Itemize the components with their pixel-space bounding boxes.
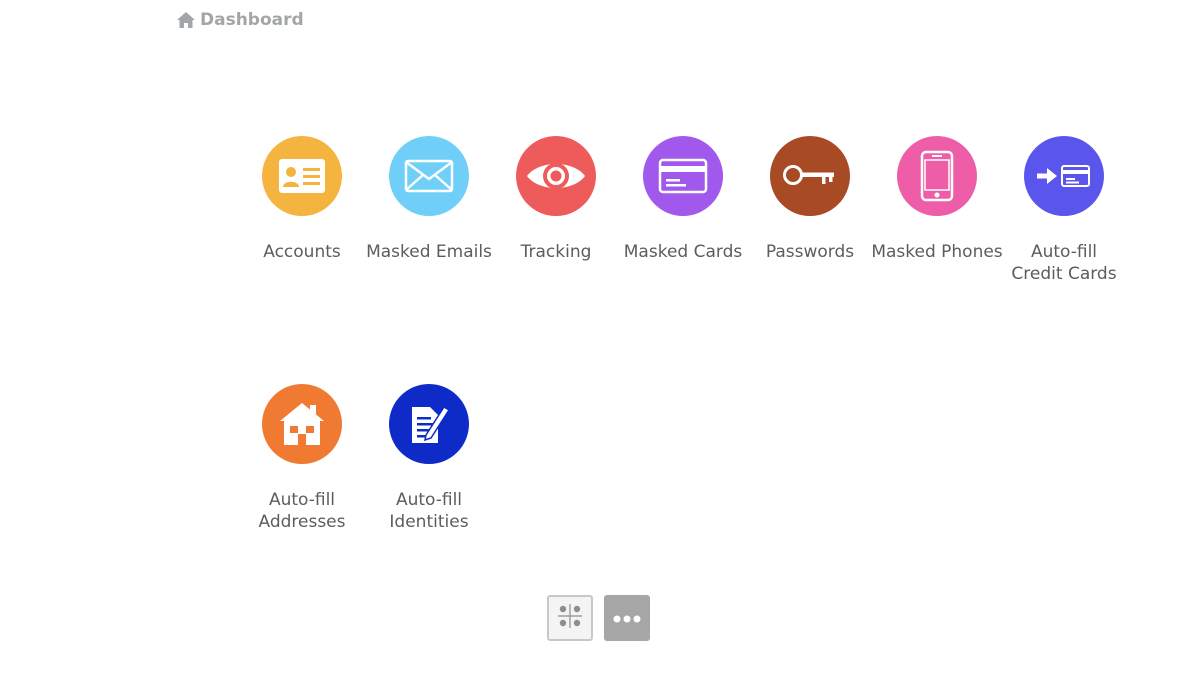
autofill-card-icon <box>1037 164 1091 188</box>
accounts-circle <box>262 136 342 216</box>
more-dots-icon <box>612 609 642 628</box>
form-pen-icon <box>408 401 450 447</box>
home-icon <box>176 11 196 29</box>
house-icon <box>278 401 326 447</box>
tile-label: Tracking <box>520 242 592 262</box>
eye-icon <box>525 158 587 194</box>
tile-label: Passwords <box>765 242 855 262</box>
tile-label: Auto-fill Addresses <box>258 490 346 532</box>
tile-label: Accounts <box>263 242 341 262</box>
tile-label: Auto-fill Identities <box>389 490 469 532</box>
tracking-circle <box>516 136 596 216</box>
grid-view-button[interactable] <box>547 595 593 641</box>
grid-view-icon <box>554 600 586 636</box>
phone-icon <box>920 150 954 202</box>
masked-cards-circle <box>643 136 723 216</box>
passwords-circle <box>770 136 850 216</box>
masked-phones-circle <box>897 136 977 216</box>
autofill-credit-cards-circle <box>1024 136 1104 216</box>
tile-label: Masked Cards <box>623 242 743 262</box>
more-options-button[interactable] <box>604 595 650 641</box>
tile-label: Masked Emails <box>366 242 492 262</box>
id-card-icon <box>278 158 326 194</box>
tile-label: Masked Phones <box>871 242 1003 262</box>
envelope-icon <box>404 159 454 193</box>
tile-autofill-credit-cards[interactable]: Auto-fill Credit Cards <box>989 136 1139 285</box>
tile-autofill-identities[interactable]: Auto-fill Identities <box>354 384 504 533</box>
credit-card-icon <box>658 158 708 194</box>
key-icon <box>782 163 838 189</box>
tile-label: Auto-fill Credit Cards <box>1011 242 1117 284</box>
breadcrumb-label: Dashboard <box>200 10 304 30</box>
autofill-addresses-circle <box>262 384 342 464</box>
autofill-identities-circle <box>389 384 469 464</box>
masked-emails-circle <box>389 136 469 216</box>
breadcrumb[interactable]: Dashboard <box>176 10 304 30</box>
dashboard-page: Dashboard Accounts Masked Emails Trackin… <box>0 0 1200 675</box>
